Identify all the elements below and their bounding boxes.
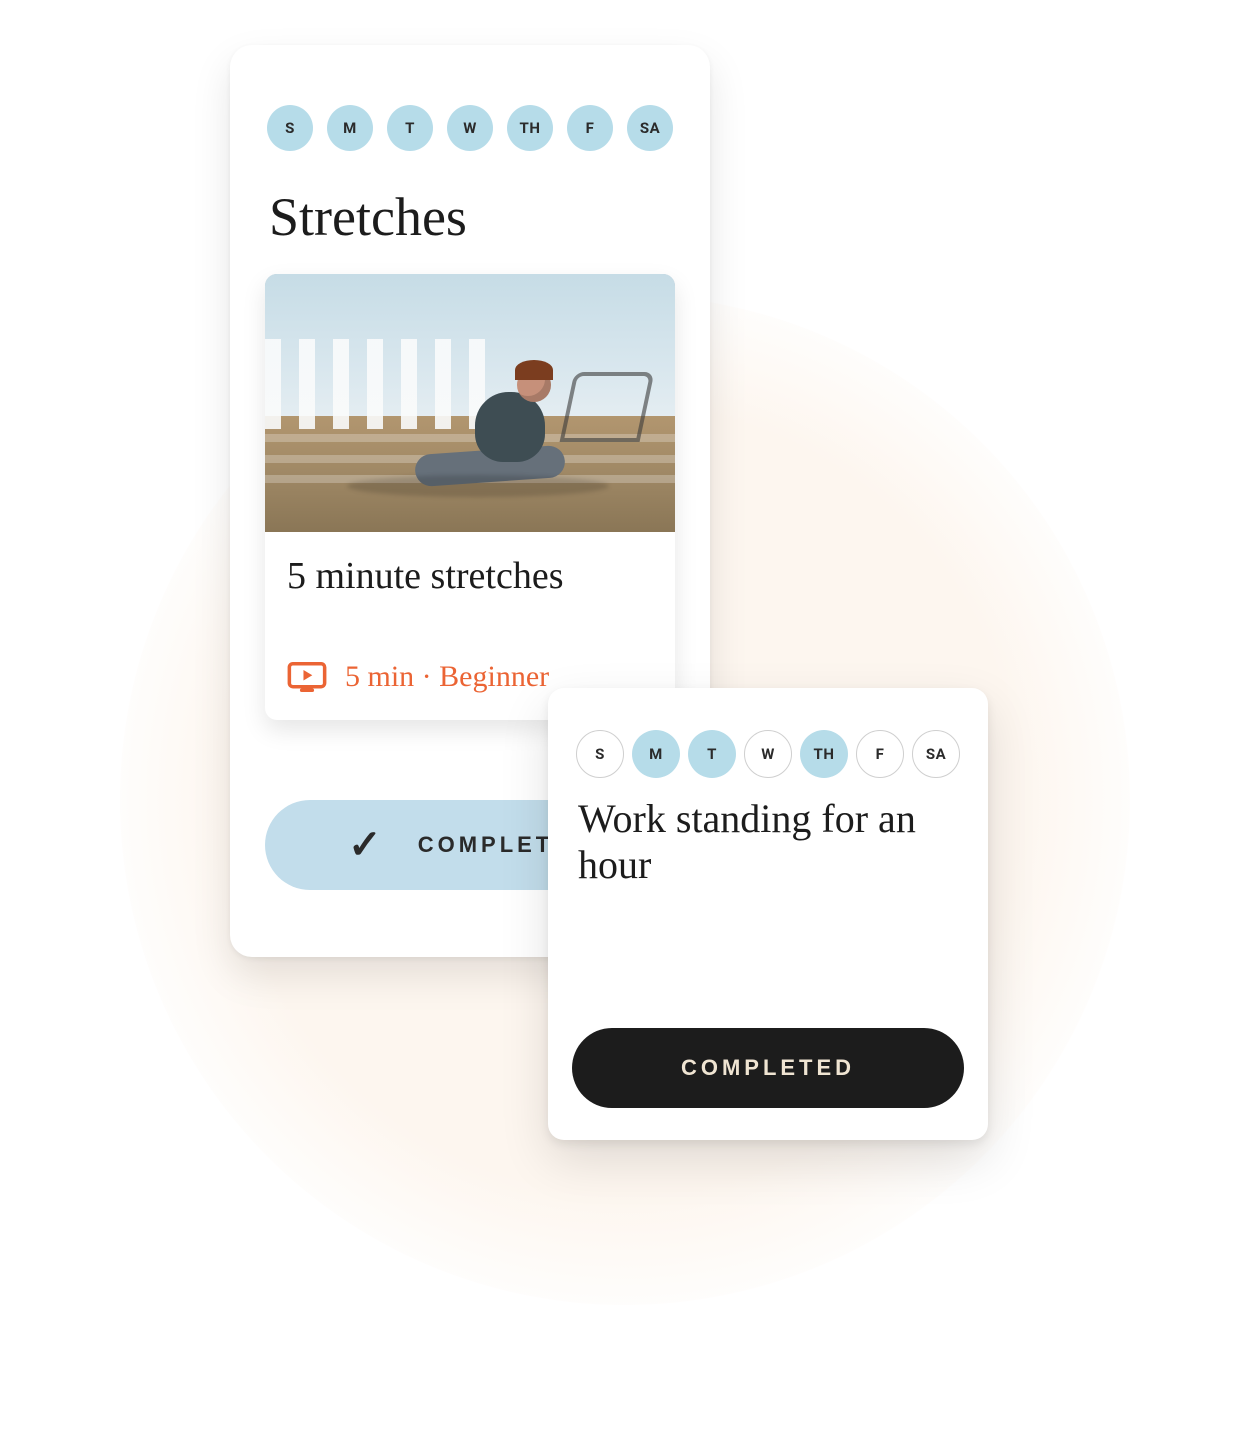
day-fri[interactable]: F (567, 105, 613, 151)
weekday-row-card1: S M T W TH F SA (265, 105, 675, 151)
check-icon: ✓ (348, 825, 386, 865)
day-wed[interactable]: W (447, 105, 493, 151)
day-wed[interactable]: W (744, 730, 792, 778)
day-fri[interactable]: F (856, 730, 904, 778)
weekday-row-card2: S M T W TH F SA (574, 730, 962, 778)
habit-card-standing: S M T W TH F SA Work standing for an hou… (548, 688, 988, 1140)
day-tue[interactable]: T (387, 105, 433, 151)
day-sat[interactable]: SA (912, 730, 960, 778)
day-sat[interactable]: SA (627, 105, 673, 151)
day-thu[interactable]: TH (507, 105, 553, 151)
habit-title: Work standing for an hour (578, 796, 956, 888)
exercise-title: 5 minute stretches (265, 532, 675, 600)
exercise-meta-text: 5 min · Beginner (345, 660, 549, 694)
exercise-card[interactable]: 5 minute stretches 5 min · Beginner (265, 274, 675, 720)
completed-button[interactable]: COMPLETED (572, 1028, 964, 1108)
day-thu[interactable]: TH (800, 730, 848, 778)
day-sun[interactable]: S (267, 105, 313, 151)
habit-title: Stretches (269, 186, 671, 248)
day-tue[interactable]: T (688, 730, 736, 778)
day-mon[interactable]: M (327, 105, 373, 151)
completed-button-label: COMPLETED (681, 1055, 855, 1080)
video-play-icon (287, 662, 327, 692)
day-mon[interactable]: M (632, 730, 680, 778)
day-sun[interactable]: S (576, 730, 624, 778)
exercise-photo (265, 274, 675, 532)
